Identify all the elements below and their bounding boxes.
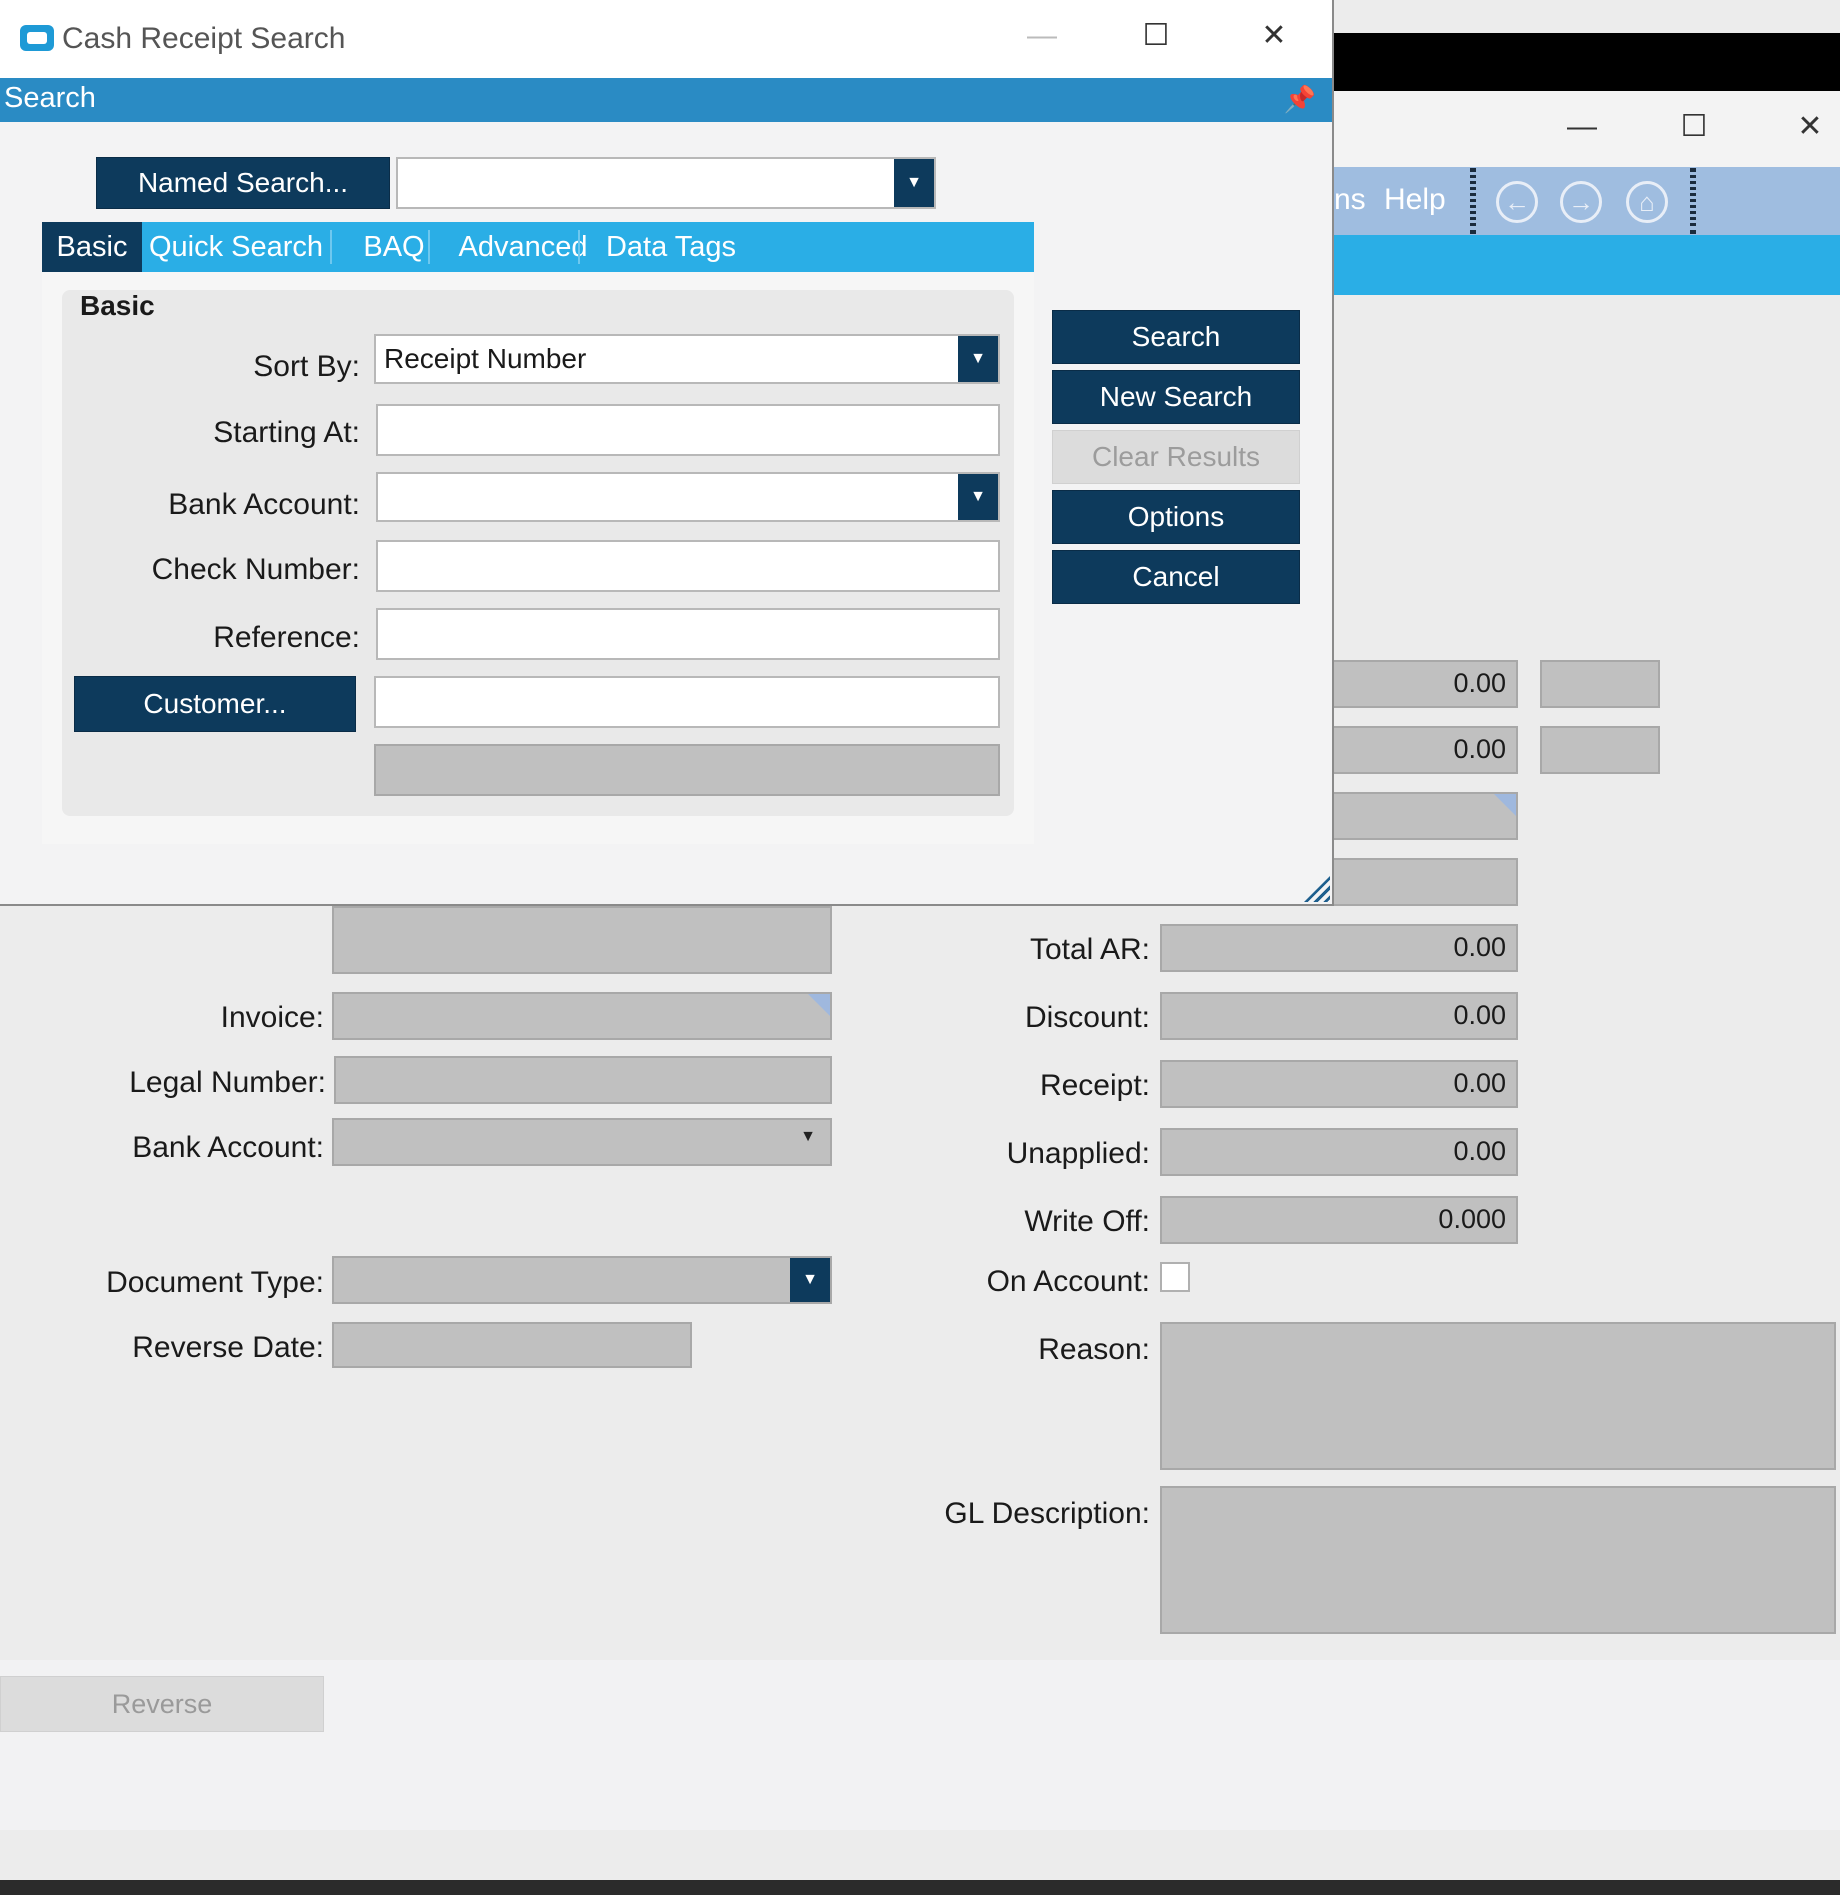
back-arrow-icon[interactable]: ← (1496, 181, 1538, 223)
write-off-field: 0.000 (1160, 1196, 1518, 1244)
maximize-icon[interactable]: ☐ (1136, 16, 1176, 56)
toolbar-separator (1470, 168, 1476, 234)
new-search-button[interactable]: New Search (1052, 370, 1300, 424)
tab-basic[interactable]: Basic (42, 222, 142, 272)
sort-by-dropdown[interactable]: Receipt Number ▼ (374, 334, 1000, 384)
tab-quick-search[interactable]: Quick Search (146, 222, 326, 272)
reason-label: Reason: (1038, 1333, 1150, 1366)
unapplied-label: Unapplied: (1006, 1137, 1150, 1170)
search-button[interactable]: Search (1052, 310, 1300, 364)
named-search-dropdown[interactable]: ▼ (396, 157, 936, 209)
toolbar-separator (1690, 168, 1696, 234)
gl-description-field (1160, 1486, 1836, 1634)
reference-input[interactable] (376, 608, 1000, 660)
forward-arrow-icon[interactable]: → (1560, 181, 1602, 223)
check-number-input[interactable] (376, 540, 1000, 592)
discount-field: 0.00 (1160, 992, 1518, 1040)
readonly-field-left (332, 906, 832, 974)
total-ar-label: Total AR: (1029, 933, 1150, 966)
bank-account-label: Bank Account: (132, 1131, 324, 1164)
named-search-value (398, 167, 406, 198)
reason-field (1160, 1322, 1836, 1470)
chevron-down-icon[interactable]: ▼ (958, 336, 998, 382)
reverse-date-field (332, 1322, 692, 1368)
customer-button[interactable]: Customer... (74, 676, 356, 732)
cash-receipt-search-dialog: Cash Receipt Search — ☐ ✕ Search 📌 Named… (0, 0, 1334, 906)
maximize-icon[interactable]: ☐ (1674, 107, 1714, 147)
document-type-dropdown[interactable]: ▼ (332, 1256, 832, 1304)
customer-name-field (374, 744, 1000, 796)
search-tabs: Basic Quick Search BAQ Advanced Data Tag… (42, 222, 1034, 272)
chevron-down-icon[interactable]: ▼ (894, 159, 934, 207)
sort-by-label: Sort By: (253, 350, 360, 383)
pin-icon[interactable]: 📌 (1284, 84, 1316, 115)
tab-separator (428, 230, 430, 264)
minimize-icon[interactable]: — (1022, 16, 1062, 56)
currency-field-1 (1540, 660, 1660, 708)
discount-label: Discount: (1024, 1001, 1150, 1034)
search-header: Search 📌 (0, 78, 1332, 122)
reverse-date-label: Reverse Date: (132, 1331, 324, 1364)
receipt-field: 0.00 (1160, 1060, 1518, 1108)
reverse-button[interactable]: Reverse (0, 1676, 324, 1732)
document-type-label: Document Type: (106, 1266, 324, 1299)
taskbar-edge (0, 1880, 1840, 1895)
search-bank-account-dropdown[interactable]: ▼ (376, 472, 1000, 522)
gl-description-label: GL Description: (944, 1497, 1150, 1530)
legal-number-label: Legal Number: (129, 1066, 326, 1099)
clear-results-button[interactable]: Clear Results (1052, 430, 1300, 484)
close-icon[interactable]: ✕ (1254, 16, 1294, 56)
invoice-label: Invoice: (220, 1001, 324, 1034)
options-button[interactable]: Options (1052, 490, 1300, 544)
cancel-button[interactable]: Cancel (1052, 550, 1300, 604)
background-window-topbar (1332, 33, 1840, 91)
sort-by-value: Receipt Number (384, 343, 587, 374)
legal-number-field (334, 1056, 832, 1104)
chevron-down-icon[interactable]: ▼ (790, 1258, 830, 1302)
menu-item-help[interactable]: Help (1384, 183, 1446, 217)
reference-label: Reference: (213, 621, 360, 654)
chevron-down-icon[interactable]: ▼ (958, 474, 998, 520)
close-icon[interactable]: ✕ (1790, 107, 1830, 147)
tab-separator (578, 230, 580, 264)
customer-input[interactable] (374, 676, 1000, 728)
menu-item-partial[interactable]: ns (1334, 183, 1366, 217)
app-icon (20, 25, 54, 51)
home-icon[interactable]: ⌂ (1626, 181, 1668, 223)
total-ar-field: 0.00 (1160, 924, 1518, 972)
bank-account-dropdown: ▼ (332, 1118, 832, 1166)
background-ribbon (1332, 235, 1840, 295)
receipt-label: Receipt: (1039, 1069, 1150, 1102)
invoice-field (332, 992, 832, 1040)
search-header-title: Search (4, 82, 96, 114)
lookup-corner-icon (1494, 794, 1516, 816)
write-off-label: Write Off: (1024, 1205, 1150, 1238)
check-number-label: Check Number: (151, 553, 360, 586)
tab-separator (330, 230, 332, 264)
starting-at-label: Starting At: (213, 416, 360, 449)
on-account-checkbox[interactable] (1160, 1262, 1190, 1292)
minimize-icon[interactable]: — (1562, 107, 1602, 147)
tab-data-tags[interactable]: Data Tags (586, 222, 756, 272)
starting-at-input[interactable] (376, 404, 1000, 456)
dialog-title: Cash Receipt Search (62, 22, 346, 55)
chevron-down-icon: ▼ (800, 1128, 816, 1145)
search-bank-account-label: Bank Account: (168, 488, 360, 521)
basic-group-title: Basic (80, 290, 155, 321)
lookup-corner-icon (808, 994, 830, 1016)
unapplied-field: 0.00 (1160, 1128, 1518, 1176)
currency-field-2 (1540, 726, 1660, 774)
named-search-button[interactable]: Named Search... (96, 157, 390, 209)
on-account-label: On Account: (986, 1265, 1150, 1298)
resize-grip-icon[interactable] (1304, 876, 1330, 902)
